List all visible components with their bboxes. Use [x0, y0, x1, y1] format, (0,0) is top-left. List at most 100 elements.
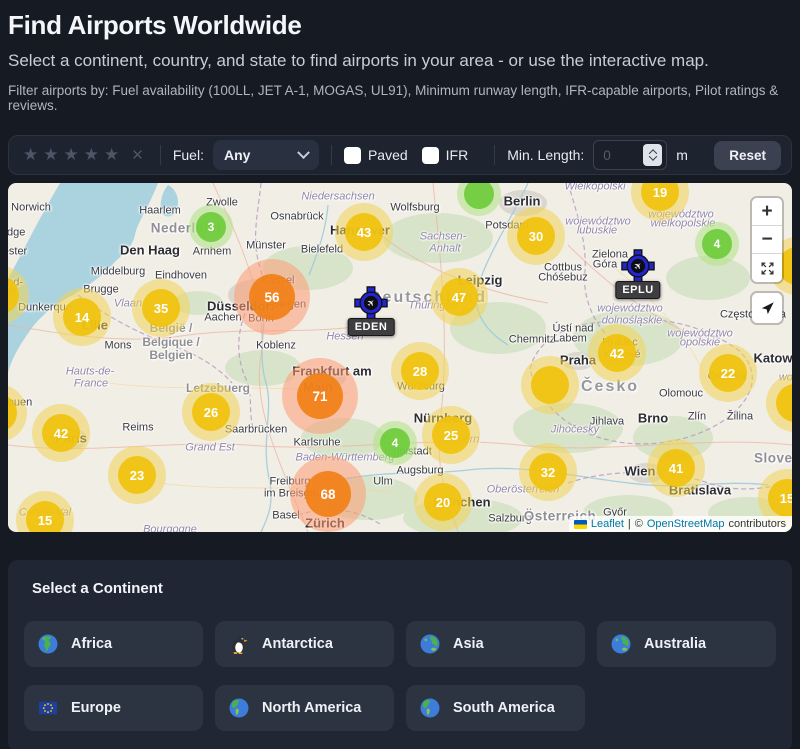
cluster-marker[interactable]: 43: [335, 203, 393, 261]
cluster-marker[interactable]: 23: [108, 446, 166, 504]
map-label: Bielefeld: [301, 245, 343, 256]
paved-label: Paved: [368, 147, 408, 163]
zoom-out-button[interactable]: −: [752, 226, 782, 254]
star-icon[interactable]: ★: [43, 145, 58, 165]
continent-button[interactable]: North America: [215, 685, 394, 731]
cluster-marker[interactable]: 4: [373, 421, 417, 465]
map-label: Osnabrück: [270, 212, 323, 223]
find-airports-page: Find Airports Worldwide Select a contine…: [8, 10, 792, 749]
map-label: Jihočeský: [551, 425, 599, 436]
rating-filter: ★★★★★ ✕: [19, 145, 148, 165]
map-label: Hauts-de-: [66, 367, 114, 378]
cluster-count: [8, 276, 19, 314]
page-subtitle: Select a continent, country, and state t…: [8, 51, 792, 71]
airport-code-label: EPLU: [615, 281, 660, 299]
cluster-marker[interactable]: 3: [189, 205, 233, 249]
map-label: Aachen: [204, 313, 241, 324]
attribution-divider: |: [628, 518, 631, 530]
locate-me-button[interactable]: [752, 293, 782, 323]
continent-button[interactable]: Asia: [406, 621, 585, 667]
filter-description: Filter airports by: Fuel availability (1…: [8, 83, 792, 113]
map-label: Belgique /: [142, 336, 199, 348]
map-label: Berlin: [504, 195, 541, 208]
map-label: Sachsen-: [420, 232, 466, 243]
star-icon[interactable]: ★: [84, 145, 99, 165]
min-length-field[interactable]: [593, 140, 667, 170]
continent-button[interactable]: Antarctica: [215, 621, 394, 667]
ifr-checkbox[interactable]: [422, 147, 439, 164]
ifr-filter[interactable]: IFR: [422, 147, 469, 164]
continent-button[interactable]: Africa: [24, 621, 203, 667]
map-label: Niedersachsen: [301, 192, 374, 203]
min-length-input[interactable]: [603, 148, 641, 163]
globe-asia-australia-icon: [420, 634, 440, 654]
cluster-count: [464, 183, 494, 209]
cluster-marker[interactable]: 42: [588, 324, 646, 382]
map-label: Labem: [553, 334, 587, 345]
fuel-select[interactable]: Any: [213, 140, 319, 170]
continent-button[interactable]: Europe: [24, 685, 203, 731]
penguin-icon: [229, 634, 249, 654]
cluster-count: 15: [26, 501, 64, 532]
cluster-marker[interactable]: 41: [647, 439, 705, 497]
map-label: Reims: [122, 423, 153, 434]
osm-link[interactable]: OpenStreetMap: [647, 518, 725, 530]
map-label: Anhalt: [429, 244, 460, 255]
cluster-marker[interactable]: 42: [32, 404, 90, 462]
cluster-count: 1: [776, 384, 792, 422]
continent-button[interactable]: Australia: [597, 621, 776, 667]
cluster-marker[interactable]: 56: [234, 259, 310, 335]
reset-button[interactable]: Reset: [714, 141, 781, 170]
cluster-count: 32: [529, 453, 567, 491]
leaflet-link[interactable]: Leaflet: [591, 518, 624, 530]
cluster-count: 68: [305, 471, 351, 517]
cluster-marker[interactable]: 26: [182, 383, 240, 441]
page-title: Find Airports Worldwide: [8, 10, 792, 41]
cluster-count: 4: [702, 229, 732, 259]
cluster-marker[interactable]: 14: [53, 288, 111, 346]
map-label: Katowice: [753, 352, 792, 365]
continent-section: Select a Continent Africa Antarctica Asi…: [8, 560, 792, 749]
cluster-count: 42: [42, 414, 80, 452]
map-label: Norwich: [11, 203, 51, 214]
fullscreen-button[interactable]: [752, 254, 782, 282]
cluster-marker[interactable]: 22: [699, 344, 757, 402]
cluster-marker[interactable]: 25: [422, 406, 480, 464]
cluster-marker[interactable]: 28: [391, 342, 449, 400]
cluster-marker[interactable]: 20: [414, 473, 472, 531]
cluster-count: 30: [517, 217, 555, 255]
globe-asia-australia-icon: [611, 634, 631, 654]
interactive-map[interactable]: Norwichidgeesterend-eaHaarlemZwolleNeder…: [8, 183, 792, 532]
airport-beacon-icon: ✈: [354, 286, 388, 320]
star-icon[interactable]: ★: [64, 145, 79, 165]
star-icon[interactable]: ★: [23, 145, 38, 165]
cluster-marker[interactable]: 35: [132, 279, 190, 337]
copyright-symbol: ©: [635, 518, 643, 530]
cluster-marker[interactable]: 30: [507, 207, 565, 265]
cluster-count: 47: [440, 278, 478, 316]
map-label: Góra: [593, 260, 617, 271]
star-icon[interactable]: ★: [104, 145, 119, 165]
cluster-count: 23: [118, 456, 156, 494]
divider: [494, 145, 495, 165]
paved-filter[interactable]: Paved: [344, 147, 408, 164]
cluster-marker[interactable]: 71: [282, 358, 358, 434]
locate-icon: [759, 300, 776, 317]
ifr-label: IFR: [446, 147, 469, 163]
map-label: Wolfsburg: [390, 203, 439, 214]
divider: [331, 145, 332, 165]
cluster-marker[interactable]: 68: [290, 456, 366, 532]
cluster-marker[interactable]: [521, 356, 579, 414]
paved-checkbox[interactable]: [344, 147, 361, 164]
zoom-in-button[interactable]: +: [752, 198, 782, 226]
cluster-count: 25: [432, 416, 470, 454]
cluster-marker[interactable]: 32: [519, 443, 577, 501]
cluster-marker[interactable]: 47: [430, 268, 488, 326]
ukraine-flag-icon: [574, 520, 587, 529]
number-stepper[interactable]: [643, 144, 662, 166]
clear-rating-icon[interactable]: ✕: [131, 146, 144, 164]
continent-button[interactable]: South America: [406, 685, 585, 731]
fuel-label: Fuel:: [173, 147, 204, 163]
cluster-marker[interactable]: 4: [695, 222, 739, 266]
continent-label: Europe: [71, 700, 121, 716]
